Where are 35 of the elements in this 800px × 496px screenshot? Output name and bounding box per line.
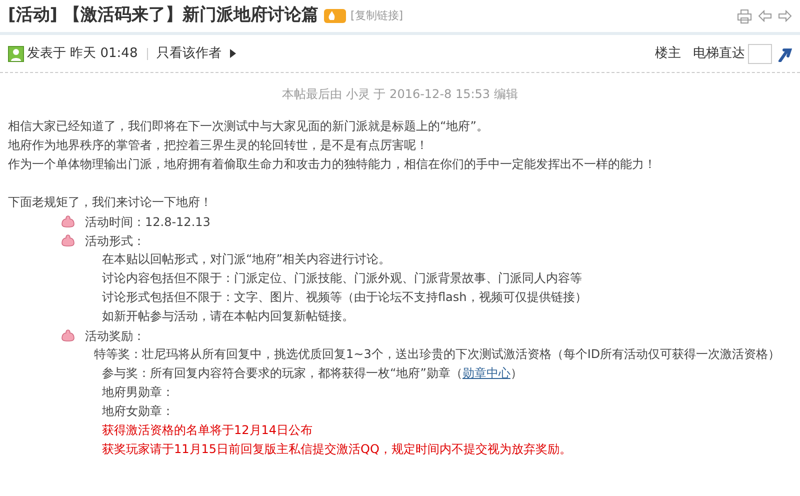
body-text: 相信大家已经知道了，我们即将在下一次测试中与大家见面的新门派就是标题上的“地府”。	[8, 118, 490, 135]
floor-label: 楼主	[655, 44, 681, 63]
previous-arrow-icon[interactable]	[758, 10, 772, 22]
edit-note: 本帖最后由 小灵 于 2016-12-8 15:53 编辑	[282, 86, 518, 103]
body-text: 地府作为地界秩序的掌管者，把控着三界生灵的轮回转世，是不是有点厉害呢！	[8, 137, 429, 154]
section-heading: 活动时间：12.8-12.13	[85, 214, 210, 230]
body-text: 讨论内容包括但不限于：门派定位、门派技能、门派外观、门派背景故事、门派同人内容等	[101, 270, 583, 287]
print-icon[interactable]	[737, 8, 752, 24]
notice-text: 获奖玩家请于11月15日前回复版主私信提交激活QQ，规定时间内不提交视为放弃奖励。	[101, 441, 572, 458]
user-avatar-icon	[8, 46, 24, 62]
body-text: 作为一个单体物理输出门派，地府拥有着偷取生命力和攻击力的独特能力，相信在你们的手中一定能发挥出不一样的能力！	[8, 156, 657, 173]
blob-icon	[61, 215, 75, 228]
next-arrow-icon[interactable]	[778, 10, 792, 22]
body-text: 地府男勋章：	[101, 384, 175, 401]
notice-text: 获得激活资格的名单将于12月14日公布	[101, 422, 314, 439]
medal-center-link[interactable]: 勋章中心	[462, 366, 510, 380]
play-arrow-icon	[230, 49, 236, 58]
only-author-link[interactable]: 只看该作者	[156, 44, 222, 64]
blob-icon	[61, 234, 75, 247]
body-text: 参与奖：所有回复内容符合要求的玩家，都将获得一枚“地府”勋章（勋章中心）	[101, 365, 524, 382]
body-text: 讨论形式包括但不限于：文字、图片、视频等（由于论坛不支持flash，视频可仅提供链接）	[101, 289, 588, 306]
thread-title: [活动] 【激活码来了】新门派地府讨论篇	[8, 4, 318, 28]
body-text: 特等奖：壮尼玛将从所有回复中，挑选优质回复1~3个，送出珍贵的下次测试激活资格（每个ID所有活动仅可获得一次激活资格）	[93, 346, 782, 363]
body-text: 如新开帖参与活动，请在本帖内回复新帖链接。	[101, 308, 355, 325]
body-text: 在本贴以回帖形式，对门派“地府”相关内容进行讨论。	[101, 251, 392, 268]
post-time: 发表于 昨天 01:48	[27, 44, 138, 63]
section-heading: 活动形式：	[85, 232, 145, 250]
blob-icon	[61, 329, 75, 342]
hot-badge-icon	[324, 9, 346, 23]
floor-input[interactable]	[748, 44, 772, 64]
body-text: 下面老规矩了，我们来讨论一下地府！	[8, 194, 213, 211]
go-icon[interactable]	[778, 46, 792, 62]
jump-label: 电梯直达	[693, 44, 745, 63]
body-text: 地府女勋章：	[101, 403, 175, 420]
section-heading: 活动奖励：	[85, 328, 145, 344]
